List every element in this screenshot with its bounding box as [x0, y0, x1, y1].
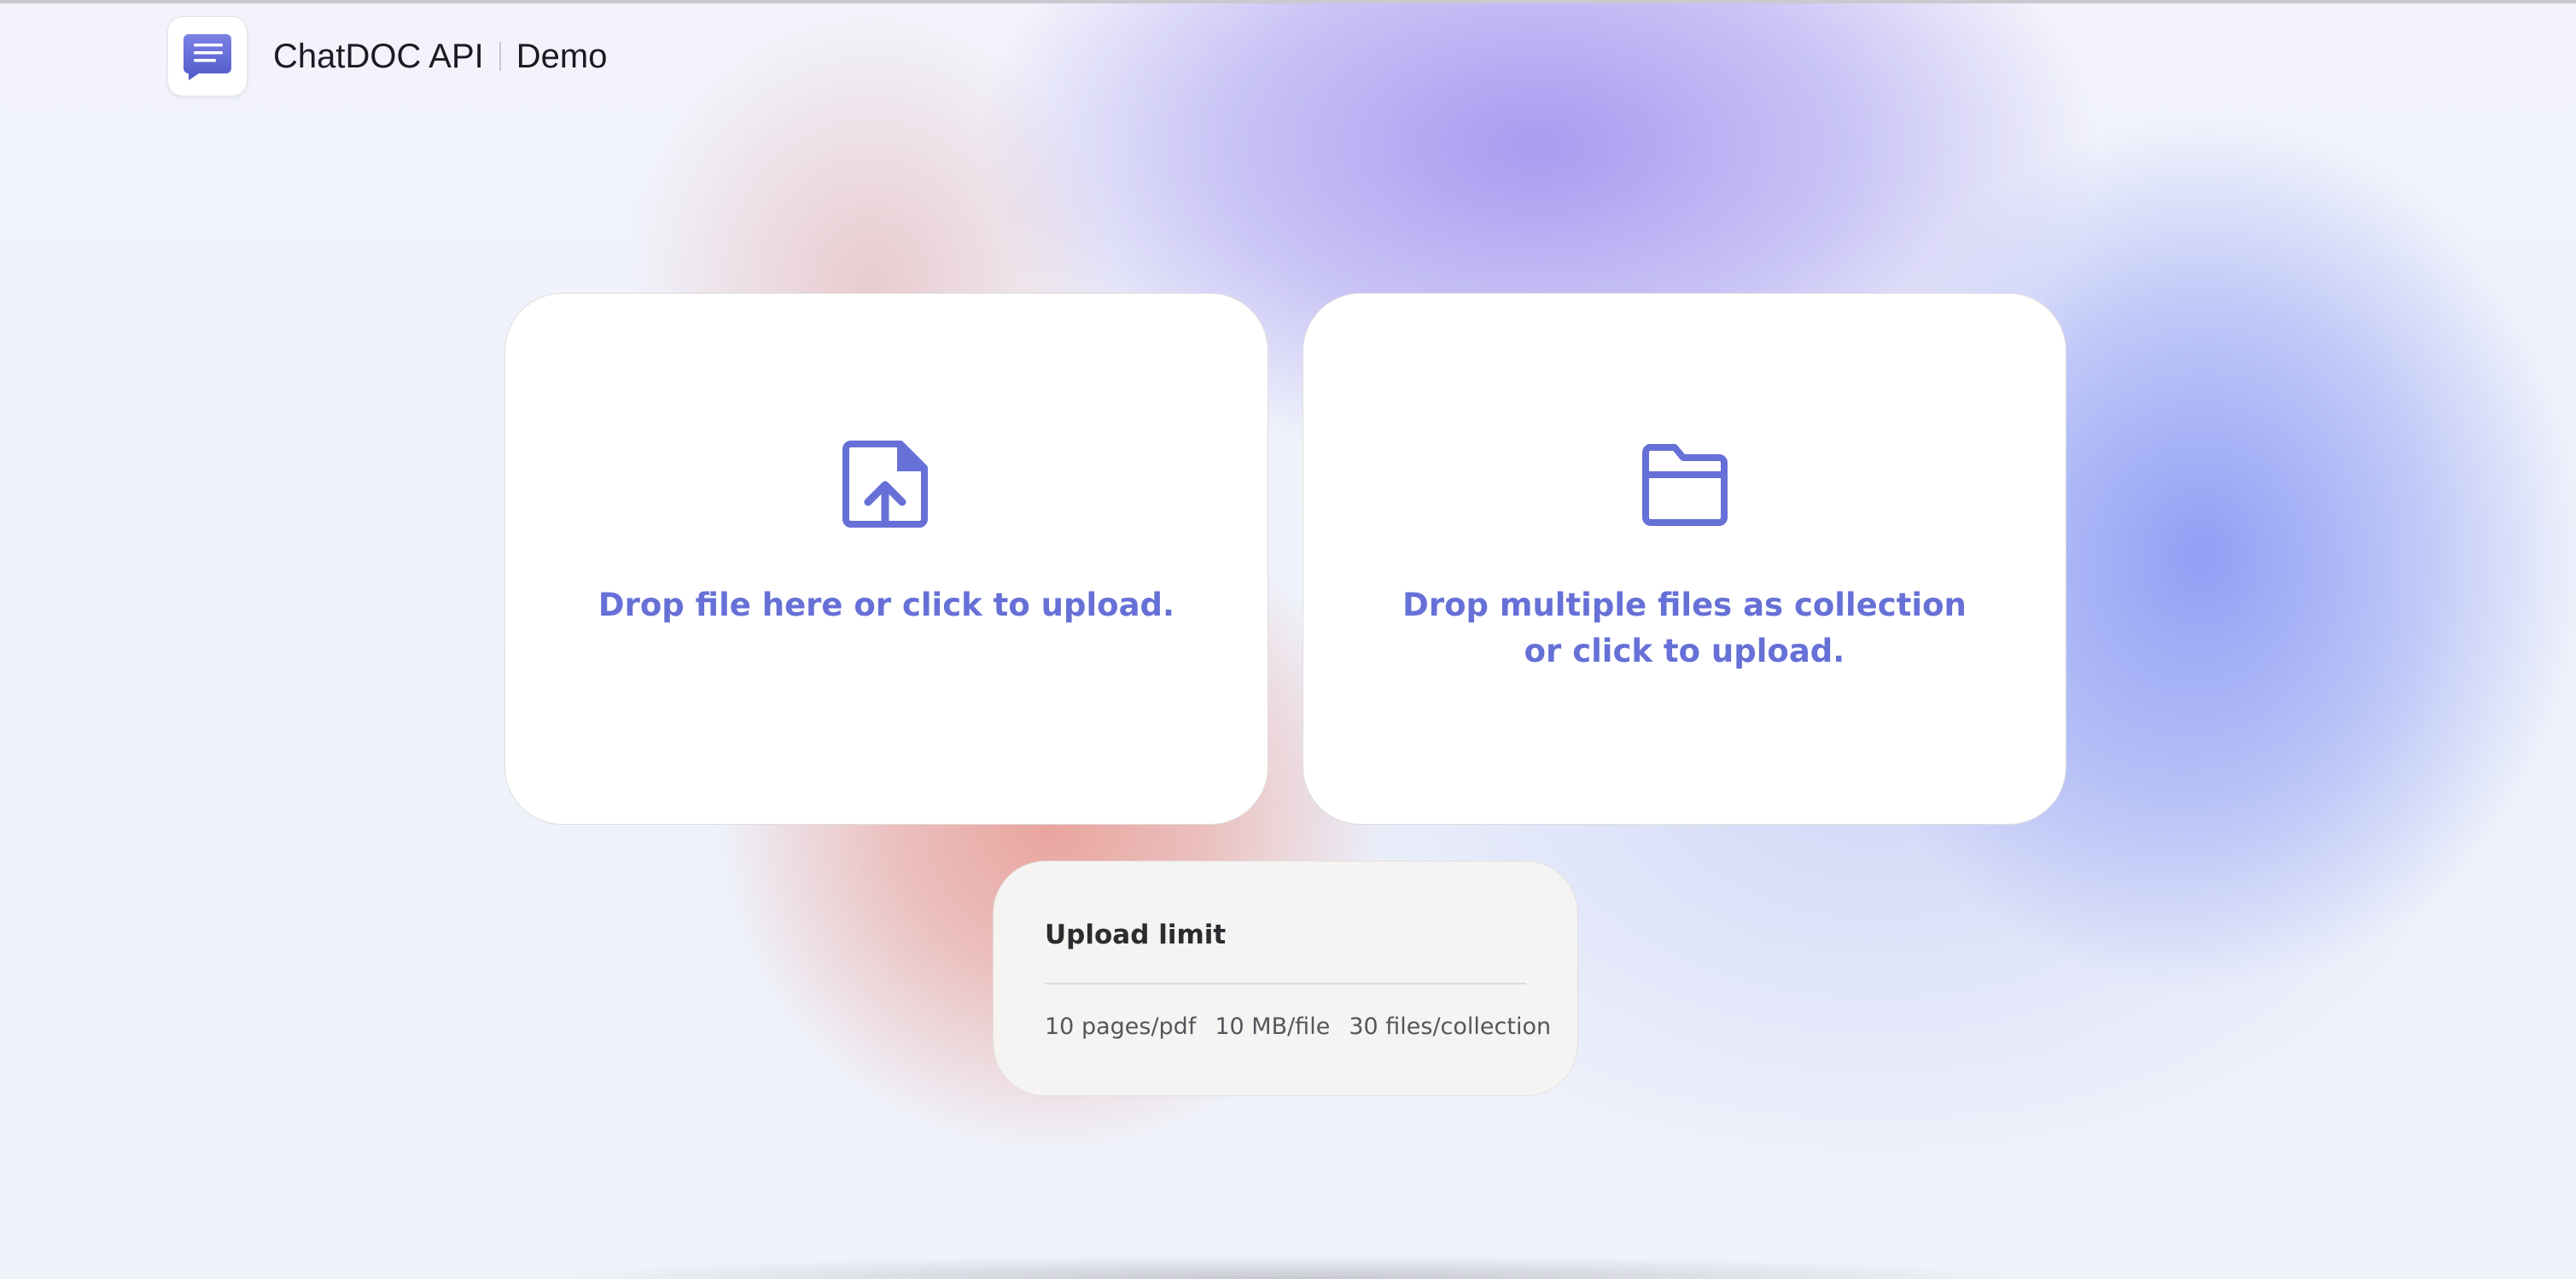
file-upload-icon	[842, 439, 931, 531]
upload-collection-label: Drop multiple files as collection or cli…	[1402, 582, 1967, 675]
limit-pages-per-pdf: 10 pages/pdf	[1045, 1013, 1197, 1040]
app-header: ChatDOC API Demo	[167, 16, 607, 96]
limit-mb-per-file: 10 MB/file	[1215, 1013, 1331, 1040]
upload-single-file-dropzone[interactable]: Drop file here or click to upload.	[504, 293, 1268, 825]
upload-collection-label-line1: Drop multiple files as collection	[1402, 587, 1967, 623]
upload-limit-divider	[1045, 983, 1526, 984]
bottom-shadow	[546, 1255, 2031, 1279]
limit-files-per-collection: 30 files/collection	[1349, 1013, 1552, 1040]
chatdoc-logo-icon[interactable]	[167, 16, 248, 96]
brand-name: ChatDOC API	[273, 37, 484, 75]
upload-limit-items: 10 pages/pdf 10 MB/file 30 files/collect…	[1045, 1013, 1551, 1040]
folder-icon	[1641, 439, 1729, 531]
upload-collection-dropzone[interactable]: Drop multiple files as collection or cli…	[1303, 293, 2066, 825]
brand-suffix: Demo	[516, 37, 608, 75]
brand-title: ChatDOC API Demo	[273, 38, 607, 76]
upload-limit-title: Upload limit	[1045, 920, 1227, 950]
brand-divider	[498, 42, 501, 71]
upload-single-label: Drop file here or click to upload.	[597, 587, 1175, 623]
upload-limit-panel: Upload limit 10 pages/pdf 10 MB/file 30 …	[993, 861, 1578, 1096]
top-border	[0, 0, 2576, 3]
upload-collection-label-line2: or click to upload.	[1524, 633, 1845, 669]
